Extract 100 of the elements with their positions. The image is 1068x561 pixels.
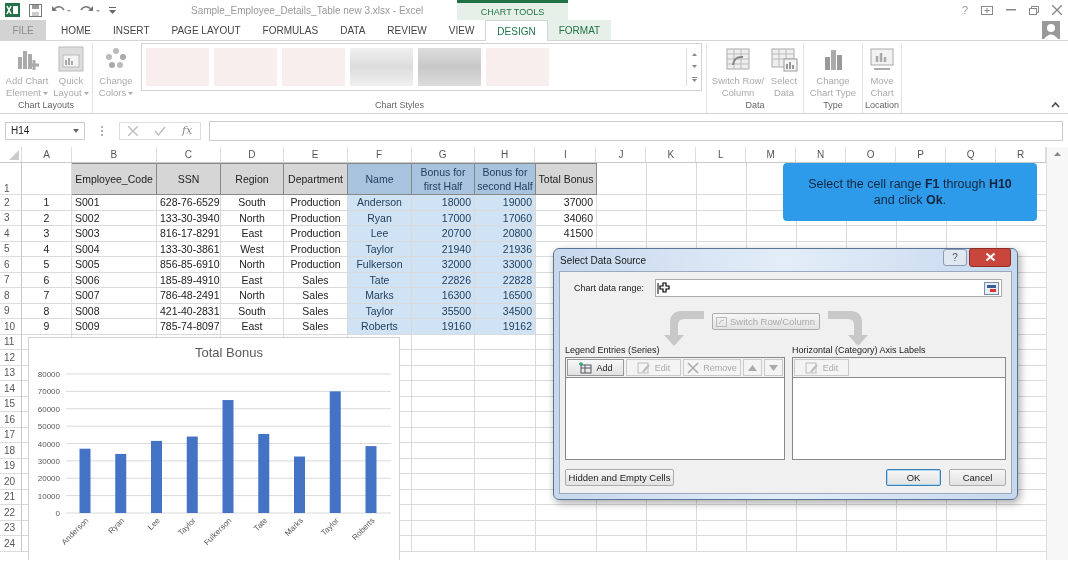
table-cell (412, 396, 475, 412)
row-header[interactable]: 18 (0, 443, 22, 459)
hidden-empty-cells-button[interactable]: Hidden and Empty Cells (565, 469, 674, 486)
table-cell: North (221, 288, 284, 304)
ribbon-tab[interactable]: DATA (329, 20, 377, 40)
row-header[interactable]: 24 (0, 536, 22, 552)
vertical-scrollbar[interactable] (1046, 147, 1068, 560)
column-letter[interactable]: D (220, 147, 284, 162)
row-header[interactable]: 20 (0, 474, 22, 490)
chart-style-thumbnail[interactable] (350, 48, 413, 86)
row-header[interactable]: 11 (0, 334, 22, 350)
row-header[interactable]: 8 (0, 288, 22, 304)
ribbon-tab[interactable]: FORMAT (547, 20, 612, 40)
axis-label: 0 (55, 509, 60, 518)
ribbon-tab[interactable]: VIEW (437, 20, 486, 40)
table-cell: 7 (22, 288, 72, 304)
check-icon[interactable] (154, 125, 166, 136)
table-cell (412, 489, 475, 505)
column-letter[interactable]: P (896, 147, 947, 162)
column-letter[interactable]: O (846, 147, 897, 162)
row-header[interactable]: 4 (0, 226, 22, 242)
ribbon-tab[interactable]: INSERT (102, 20, 161, 40)
column-letter[interactable]: B (71, 147, 157, 162)
table-cell: 1 (22, 195, 72, 211)
table-cell (412, 412, 475, 428)
table-cell: Fulkerson (348, 257, 412, 273)
row-header[interactable]: 1 (0, 163, 22, 195)
column-letter[interactable]: H (474, 147, 536, 162)
close-icon[interactable] (1052, 5, 1062, 15)
collapse-dialog-icon[interactable] (984, 281, 999, 295)
column-letter[interactable]: N (796, 147, 847, 162)
row-header[interactable]: 15 (0, 396, 22, 412)
cancel-button[interactable]: Cancel (949, 469, 1006, 486)
column-letter[interactable]: K (646, 147, 697, 162)
row-header[interactable]: 23 (0, 520, 22, 536)
account-avatar-icon[interactable] (1042, 21, 1060, 39)
row-header[interactable]: 6 (0, 257, 22, 273)
collapse-ribbon-icon[interactable] (1051, 102, 1060, 108)
column-letter[interactable]: A (22, 147, 72, 162)
row-header[interactable]: 10 (0, 319, 22, 335)
row-header[interactable]: 19 (0, 458, 22, 474)
more-icon[interactable] (691, 76, 697, 82)
row-header[interactable]: 2 (0, 195, 22, 211)
insert-function-button[interactable]: fx (182, 124, 193, 137)
customize-icon[interactable] (109, 6, 116, 14)
row-header[interactable]: 17 (0, 427, 22, 443)
add-button[interactable]: Add (567, 359, 624, 376)
table-cell: 628-76-6529 (157, 195, 221, 211)
scroll-down-icon[interactable] (691, 64, 697, 68)
table-cell: 5 (22, 257, 72, 273)
range-input-field[interactable] (655, 279, 1002, 297)
chart-style-thumbnail[interactable] (418, 48, 481, 86)
row-header[interactable]: 21 (0, 489, 22, 505)
row-header[interactable]: 9 (0, 303, 22, 319)
column-letter[interactable]: I (535, 147, 597, 162)
row-header[interactable]: 12 (0, 350, 22, 366)
column-letter[interactable]: M (746, 147, 797, 162)
formula-input[interactable] (209, 120, 1063, 141)
row-header[interactable]: 3 (0, 210, 22, 226)
ribbon-display-icon[interactable] (981, 5, 993, 15)
close-button[interactable] (969, 247, 1011, 267)
ribbon-tab[interactable]: PAGE LAYOUT (160, 20, 252, 40)
column-header: Employee_Code (72, 163, 157, 195)
ribbon-tab[interactable]: REVIEW (376, 20, 438, 40)
column-letter[interactable]: G (411, 147, 475, 162)
restore-icon[interactable] (1029, 5, 1039, 15)
row-header[interactable]: 14 (0, 381, 22, 397)
column-letter[interactable]: F (347, 147, 412, 162)
column-letter[interactable]: E (283, 147, 348, 162)
group-label: Location (865, 100, 900, 112)
switch-icon (724, 45, 752, 73)
ok-button[interactable]: OK (886, 469, 941, 486)
table-cell: S006 (72, 272, 157, 288)
minimize-icon[interactable] (1006, 9, 1016, 11)
axis-label: 10000 (37, 491, 60, 501)
table-cell (697, 520, 747, 536)
scroll-up-icon[interactable] (1054, 152, 1061, 156)
select-all-icon[interactable] (9, 150, 19, 160)
row-header[interactable]: 13 (0, 365, 22, 381)
chart-bar (365, 446, 377, 513)
name-box[interactable]: H14 (5, 121, 85, 140)
cancel-icon[interactable] (128, 125, 138, 136)
row-header[interactable]: 22 (0, 505, 22, 521)
help-button[interactable]: ? (943, 248, 967, 266)
column-letter[interactable]: J (596, 147, 647, 162)
drag-handle-icon[interactable] (101, 125, 103, 136)
table-cell (597, 536, 647, 552)
table-cell (597, 520, 647, 536)
table-cell (897, 536, 947, 552)
column-letter[interactable]: C (156, 147, 221, 162)
save-icon[interactable] (29, 3, 42, 17)
ribbon-tab[interactable]: FORMULAS (251, 20, 330, 40)
column-letter[interactable]: L (696, 147, 747, 162)
ribbon-tab[interactable]: DESIGN (485, 20, 548, 41)
row-header[interactable]: 7 (0, 272, 22, 288)
row-header[interactable]: 5 (0, 241, 22, 257)
scroll-up-icon[interactable] (691, 52, 697, 56)
column-letter[interactable]: Q (946, 147, 997, 162)
ribbon-tab[interactable]: HOME (50, 20, 102, 40)
row-header[interactable]: 16 (0, 412, 22, 428)
